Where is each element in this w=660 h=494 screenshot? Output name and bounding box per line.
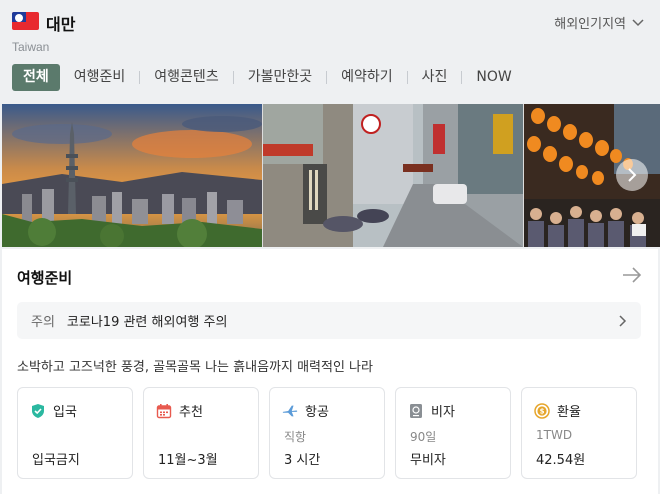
info-card-flight[interactable]: 항공 직항 3 시간 <box>269 387 385 479</box>
country-description: 소박하고 고즈넉한 풍경, 골목골목 나는 흙내음까지 매력적인 나라 <box>17 360 373 375</box>
section-title: 여행준비 <box>17 269 73 287</box>
country-name: 대만 <box>46 15 76 34</box>
info-card-exchange[interactable]: $ 환율 1TWD 42.54원 <box>521 387 637 479</box>
tab-travel-prep[interactable]: 여행준비 <box>60 64 140 91</box>
info-sub: 90일 <box>410 430 437 444</box>
tab-all[interactable]: 전체 <box>12 64 60 91</box>
calendar-icon <box>156 403 172 418</box>
travel-prep-section: 여행준비 주의 코로나19 관련 해외여행 주의 소박하고 고즈넉한 풍경, 골… <box>2 249 658 494</box>
tab-now[interactable]: NOW <box>462 64 525 91</box>
tab-travel-content[interactable]: 여행콘텐츠 <box>140 64 232 91</box>
notice-text: 코로나19 관련 해외여행 주의 <box>66 315 228 330</box>
notice-tag: 주의 <box>31 315 55 330</box>
info-label: 추천 <box>179 405 203 420</box>
passport-icon <box>410 403 422 418</box>
chevron-right-icon <box>619 315 627 327</box>
photo-taipei-skyline[interactable] <box>2 104 262 247</box>
chevron-right-icon <box>628 168 637 182</box>
info-label: 비자 <box>431 405 455 420</box>
airplane-icon <box>282 405 298 416</box>
popular-regions-dropdown[interactable]: 해외인기지역 <box>554 13 644 32</box>
info-sub: 1TWD <box>536 428 573 442</box>
tab-photos[interactable]: 사진 <box>408 64 462 91</box>
tab-booking[interactable]: 예약하기 <box>327 64 407 91</box>
tab-places[interactable]: 가볼만한곳 <box>234 64 326 91</box>
info-card-visa[interactable]: 비자 90일 무비자 <box>395 387 511 479</box>
info-cards: 입국 입국금지 추천 11월~3월 항공 직항 3 시간 비자 90일 무비자 … <box>17 387 637 479</box>
info-card-entry[interactable]: 입국 입국금지 <box>17 387 133 479</box>
chevron-down-icon <box>632 18 644 26</box>
svg-text:$: $ <box>540 407 545 415</box>
shield-check-icon <box>32 403 44 418</box>
tab-bar: 전체 여행준비 여행콘텐츠 가볼만한곳 예약하기 사진 NOW <box>12 64 526 91</box>
info-label: 환율 <box>557 405 581 420</box>
arrow-right-icon[interactable] <box>622 267 642 283</box>
info-sub: 직항 <box>284 430 307 444</box>
info-label: 입국 <box>53 405 77 420</box>
photo-taipei-street[interactable] <box>263 104 523 247</box>
info-value: 3 시간 <box>284 453 321 468</box>
info-value: 11월~3월 <box>158 453 218 468</box>
country-name-english: Taiwan <box>12 40 50 54</box>
gallery-next-button[interactable] <box>616 159 648 191</box>
info-value: 42.54원 <box>536 453 586 468</box>
currency-exchange-icon: $ <box>534 402 550 419</box>
info-label: 항공 <box>305 405 329 420</box>
covid-notice[interactable]: 주의 코로나19 관련 해외여행 주의 <box>17 302 641 339</box>
photo-gallery <box>2 104 660 247</box>
popular-regions-label: 해외인기지역 <box>554 17 626 32</box>
country-header: 대만 Taiwan 해외인기지역 전체 여행준비 여행콘텐츠 가볼만한곳 예약하… <box>0 0 660 104</box>
info-card-recommend[interactable]: 추천 11월~3월 <box>143 387 259 479</box>
info-value: 입국금지 <box>32 453 80 468</box>
taiwan-flag-icon <box>12 12 39 30</box>
info-value: 무비자 <box>410 453 446 468</box>
